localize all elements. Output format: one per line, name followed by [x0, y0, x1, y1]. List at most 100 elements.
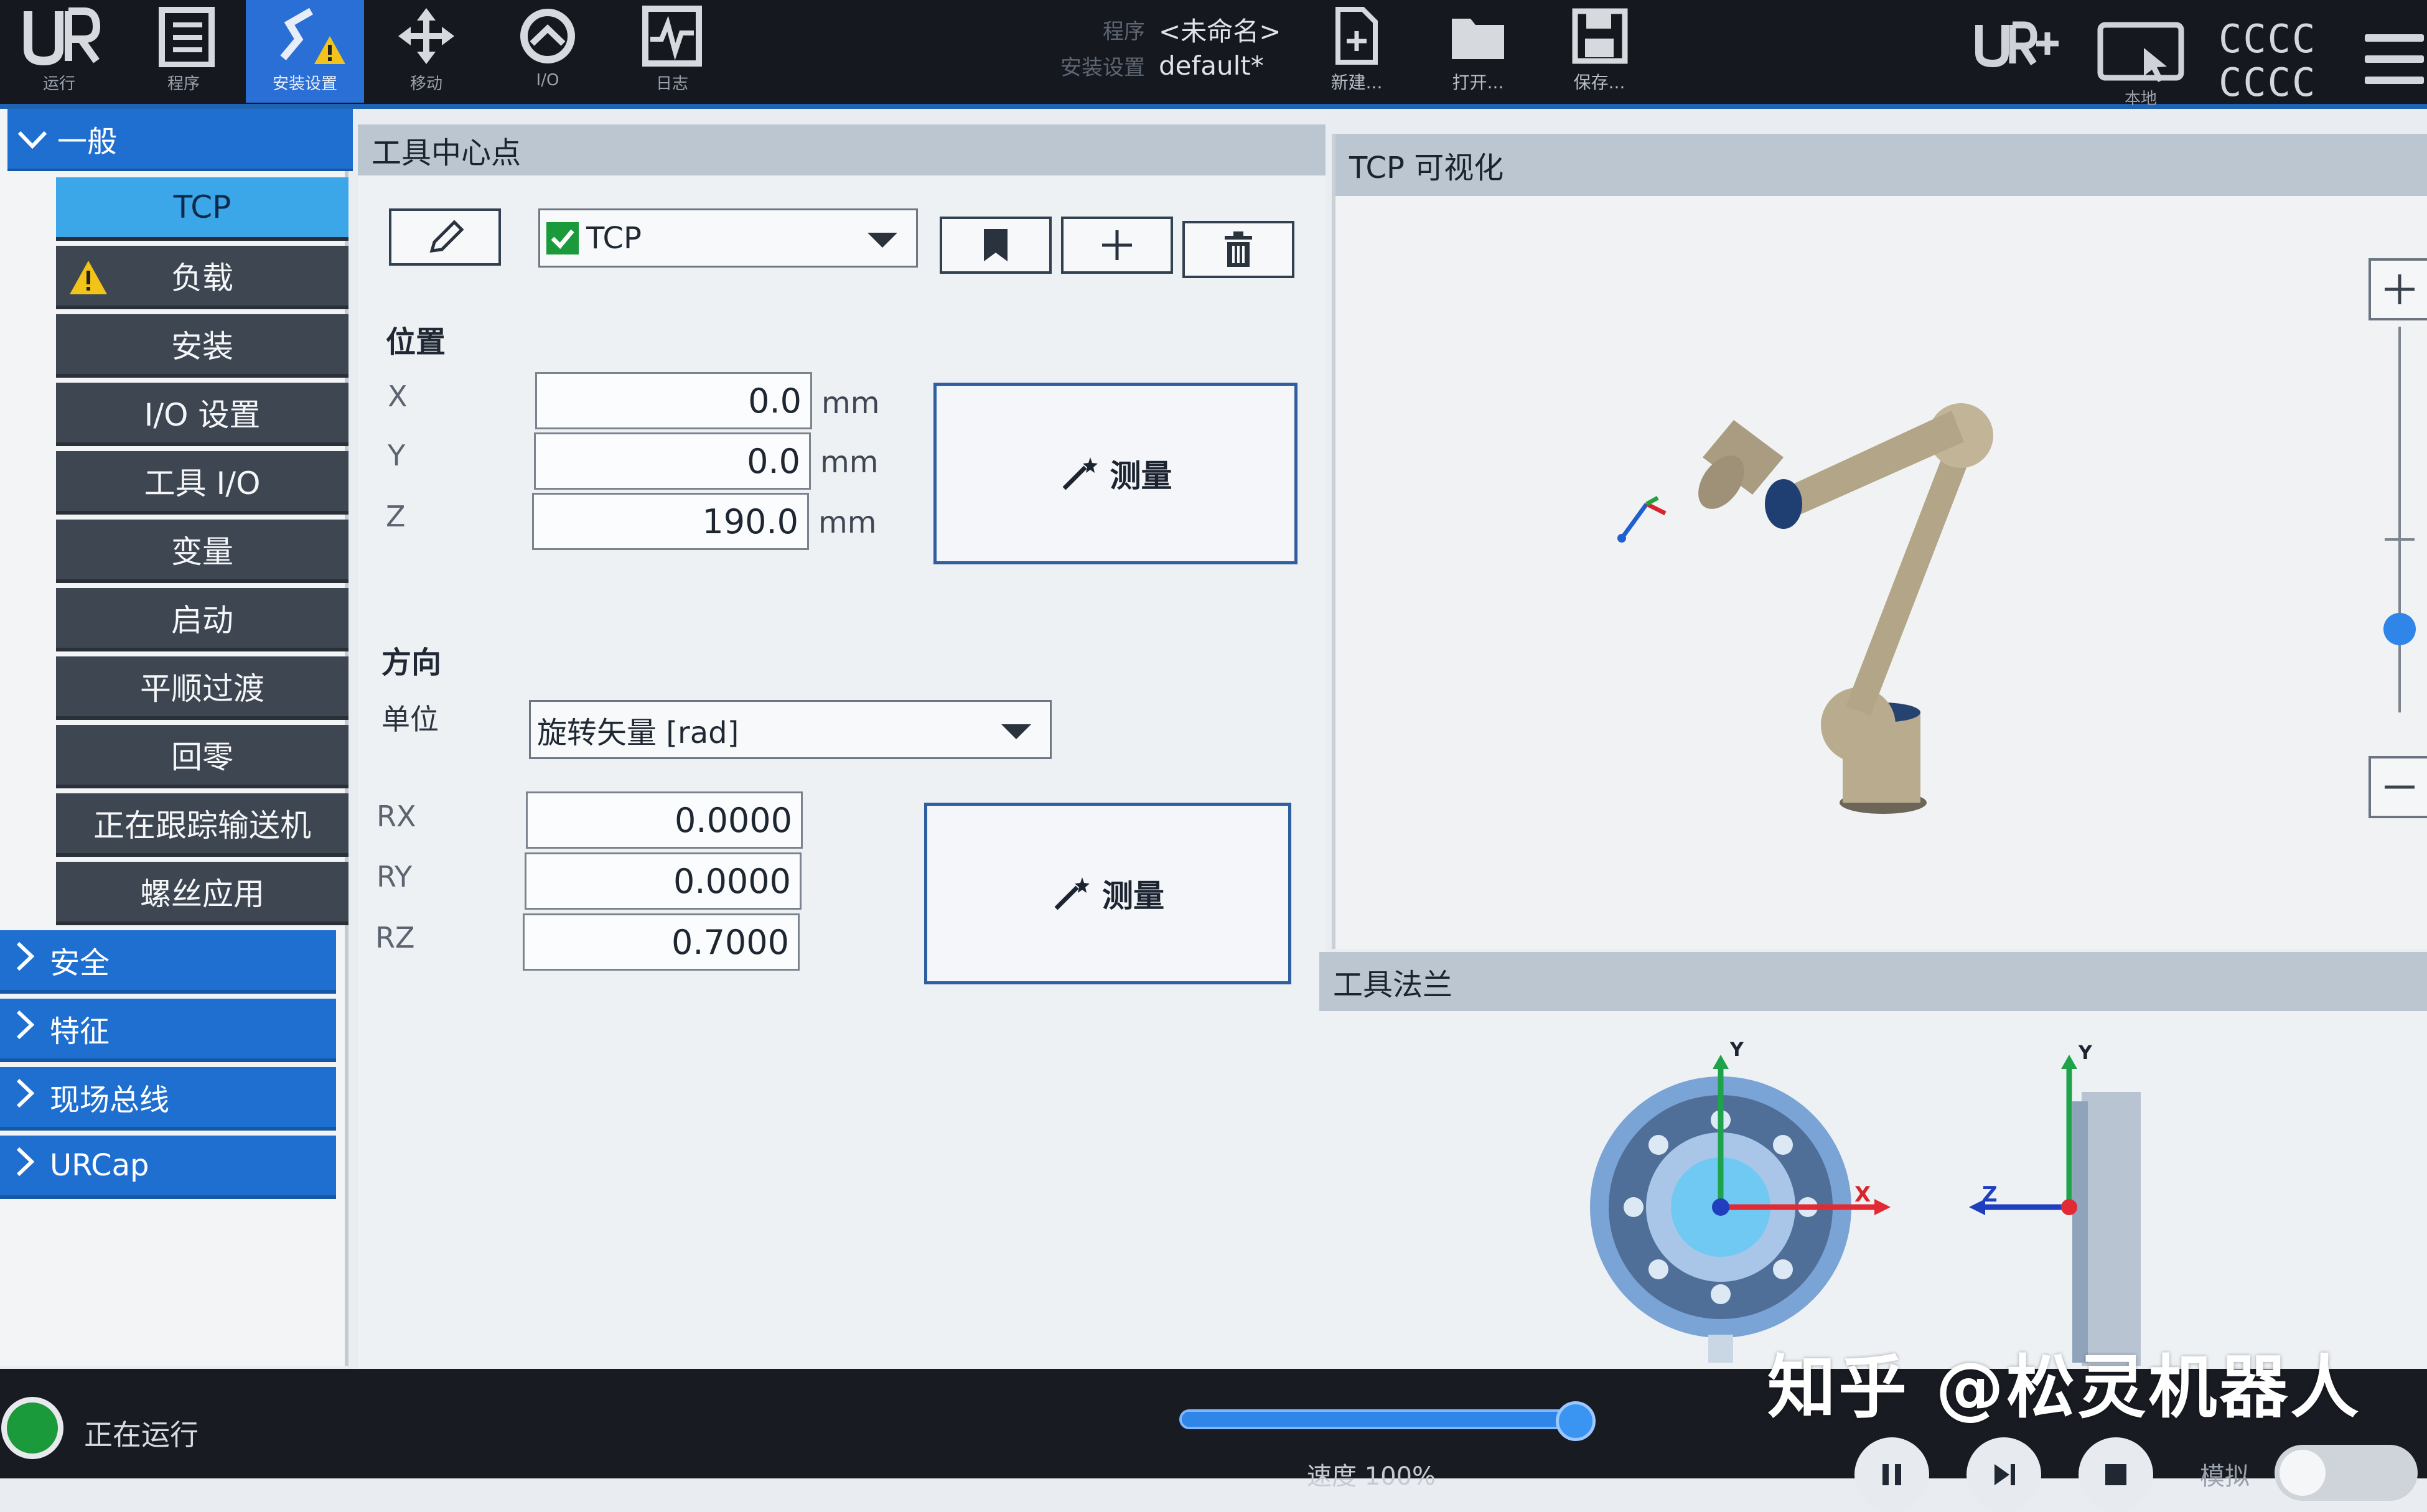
chevron-right-icon	[0, 1009, 50, 1048]
move-icon	[398, 8, 454, 64]
sidebar-item-home[interactable]: 回零	[56, 725, 348, 788]
sidebar-section-urcap[interactable]: URCap	[0, 1136, 336, 1199]
orientation-unit-select[interactable]: 旋转矢量 [rad]	[529, 700, 1052, 759]
sidebar-general-header[interactable]: 一般	[7, 109, 353, 171]
program-key: 程序	[1103, 19, 1145, 44]
sidebar-item-label: 启动	[171, 602, 233, 638]
rename-tcp-button[interactable]	[389, 208, 501, 266]
dropdown-arrow-icon	[867, 233, 897, 248]
robot-arm-3d-view[interactable]	[1335, 196, 2425, 943]
orientation-unit-value: 旋转矢量 [rad]	[537, 715, 739, 750]
x-label: X	[388, 380, 408, 413]
nav-io-button[interactable]: I/O	[489, 0, 607, 103]
installation-warning-icon	[280, 7, 345, 64]
measure-orientation-button[interactable]: 测量	[924, 803, 1291, 984]
nav-run-button[interactable]: 运行	[0, 0, 118, 103]
panel-title: 工具中心点	[358, 124, 1326, 175]
pause-button[interactable]	[1854, 1437, 1929, 1512]
delete-tcp-button[interactable]	[1182, 221, 1294, 278]
sidebar-item-startup[interactable]: 启动	[56, 588, 348, 651]
speed-label: 速度 100%	[1307, 1462, 1436, 1491]
rz-field[interactable]: 0.7000	[523, 913, 800, 971]
status-cccc: CCCC CCCC	[2219, 17, 2316, 105]
sidebar-item-tool-io[interactable]: 工具 I/O	[56, 451, 348, 515]
sidebar-item-tcp[interactable]: TCP	[56, 177, 348, 241]
nav-program-button[interactable]: 程序	[124, 0, 243, 103]
simulation-toggle[interactable]	[2275, 1445, 2418, 1501]
stop-button[interactable]	[2079, 1437, 2153, 1512]
z-label: Z	[386, 500, 406, 533]
save-file-button[interactable]: 保存...	[1553, 6, 1646, 103]
chevron-right-icon	[0, 1078, 50, 1117]
sidebar-item-variables[interactable]: 变量	[56, 520, 348, 583]
side-y-axis-label: Y	[2079, 1042, 2092, 1064]
urcap-button[interactable]	[1973, 12, 2060, 77]
y-unit: mm	[820, 445, 879, 480]
sidebar-section-safety[interactable]: 安全	[0, 930, 336, 994]
new-file-button[interactable]: 新建...	[1310, 6, 1403, 103]
nav-run-label: 运行	[42, 75, 75, 93]
sidebar-item-label: I/O 设置	[144, 397, 261, 433]
sidebar-section-fieldbus[interactable]: 现场总线	[0, 1067, 336, 1131]
sidebar-section-label: URCap	[50, 1148, 149, 1183]
side-z-axis-label: Z	[1982, 1182, 1998, 1207]
viz-title: TCP 可视化	[1335, 134, 2427, 196]
sidebar-item-label: 回零	[171, 739, 233, 775]
speed-slider-knob[interactable]	[1556, 1401, 1596, 1441]
zoom-slider-tick	[2385, 538, 2415, 541]
x-field[interactable]: 0.0	[535, 372, 812, 429]
sidebar-item-label: 安装	[171, 329, 233, 365]
open-file-button[interactable]: 打开...	[1431, 6, 1525, 103]
sidebar-item-conveyor-tracking[interactable]: 正在跟踪输送机	[56, 793, 348, 857]
step-button[interactable]	[1966, 1437, 2041, 1512]
nav-installation-button[interactable]: 安装设置	[246, 0, 364, 103]
chevron-right-icon	[0, 1146, 50, 1185]
sidebar-item-io-setup[interactable]: I/O 设置	[56, 383, 348, 446]
simulation-label: 模拟	[2200, 1462, 2250, 1491]
measure-position-button[interactable]: 测量	[933, 383, 1298, 564]
nav-move-button[interactable]: 移动	[367, 0, 485, 103]
chevron-down-icon	[7, 122, 57, 156]
hamburger-menu-icon[interactable]	[2365, 34, 2424, 98]
nav-log-label: 日志	[655, 75, 688, 93]
pause-icon	[1882, 1464, 1901, 1485]
nav-log-button[interactable]: 日志	[613, 0, 731, 103]
z-field[interactable]: 190.0	[532, 493, 809, 550]
sidebar-section-features[interactable]: 特征	[0, 999, 336, 1062]
tcp-select[interactable]: TCP	[538, 208, 918, 268]
bookmark-icon	[984, 229, 1008, 261]
set-default-tcp-button[interactable]	[940, 217, 1052, 274]
save-file-label: 保存...	[1573, 72, 1625, 93]
rx-label: RX	[376, 800, 416, 833]
file-info: 程序 <未命名> 安装设置 default*	[1021, 11, 1282, 83]
ry-field[interactable]: 0.0000	[525, 852, 802, 910]
ry-label: RY	[376, 860, 413, 894]
new-file-icon	[1335, 7, 1378, 65]
sidebar-item-screwdriving[interactable]: 螺丝应用	[56, 862, 348, 925]
z-unit: mm	[818, 505, 877, 540]
speed-slider-track[interactable]	[1179, 1409, 1590, 1429]
power-status-indicator[interactable]	[1, 1397, 63, 1459]
rx-field[interactable]: 0.0000	[526, 791, 803, 849]
sidebar-item-payload[interactable]: 负载	[56, 246, 348, 309]
nav-program-label: 程序	[167, 75, 200, 93]
installation-key: 安装设置	[1060, 55, 1145, 80]
sidebar-item-smooth-transition[interactable]: 平顺过渡	[56, 656, 348, 720]
speed-slider-fill	[1182, 1412, 1560, 1427]
y-field[interactable]: 0.0	[534, 432, 811, 490]
zoom-slider[interactable]	[2369, 327, 2427, 712]
add-tcp-button[interactable]	[1061, 217, 1173, 274]
zoom-in-button[interactable]	[2369, 258, 2427, 320]
zoom-slider-knob[interactable]	[2383, 613, 2416, 645]
zoom-out-button[interactable]	[2369, 756, 2427, 818]
local-mode-button[interactable]: 本地	[2097, 14, 2184, 109]
installation-name: default*	[1159, 50, 1264, 81]
sidebar-item-label: 螺丝应用	[140, 876, 264, 912]
step-forward-icon	[1994, 1464, 2015, 1485]
x-unit: mm	[821, 386, 880, 421]
ur-plus-icon	[1975, 21, 2059, 68]
sidebar-item-mounting[interactable]: 安装	[56, 314, 348, 378]
watermark: 知乎 @松灵机器人	[1767, 1348, 2362, 1427]
magic-wand-icon	[1054, 877, 1090, 910]
stop-icon	[2105, 1464, 2126, 1485]
